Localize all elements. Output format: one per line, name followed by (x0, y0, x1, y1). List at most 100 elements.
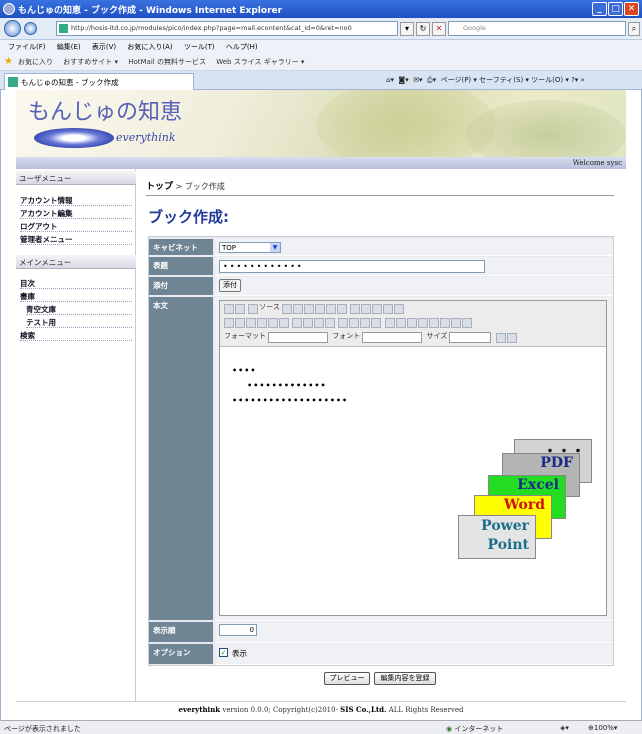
sidebar-item-contents[interactable]: 目次 (20, 276, 132, 289)
favorites-button[interactable]: お気に入り (18, 58, 53, 66)
attach-button[interactable]: 添付 (219, 279, 241, 292)
sidebar-item-account-edit[interactable]: アカウント編集 (20, 206, 132, 219)
dropdown-icon[interactable]: ▾ (400, 22, 414, 36)
preview-icon[interactable] (282, 304, 293, 314)
underline-icon[interactable] (246, 318, 256, 328)
ie-icon (3, 3, 15, 15)
cabinet-select[interactable]: TOP ▼ (219, 242, 281, 253)
new-page-icon[interactable] (224, 304, 234, 314)
editor-body-text[interactable]: •••• ••••••••••••• ••••••••••••••••••• (232, 363, 348, 408)
text-color-icon[interactable] (495, 333, 506, 343)
home-icon[interactable]: ⌂▾ (386, 76, 394, 84)
paste-icon[interactable] (315, 304, 326, 314)
font-select[interactable] (362, 332, 423, 343)
sidebar-item-library[interactable]: 書庫 (20, 289, 132, 302)
table-icon[interactable] (428, 318, 439, 328)
stop-icon[interactable]: ✕ (432, 22, 446, 36)
forward-icon[interactable] (24, 22, 37, 35)
special-char-icon[interactable] (461, 318, 472, 328)
sidebar-item-aozora[interactable]: 青空文庫 (26, 302, 132, 315)
source-button[interactable]: ソース (259, 303, 280, 311)
search-icon[interactable]: ⌕ (628, 22, 640, 36)
sidebar-item-logout[interactable]: ログアウト (20, 219, 132, 232)
find-icon[interactable] (372, 304, 383, 314)
tab-bar: もんじゅの知恵 - ブック作成 ⌂▾ ◙▾ ✉▾ ⎙▾ ページ(P) ▾ セーフ… (0, 71, 642, 90)
maximize-button[interactable]: □ (608, 2, 623, 16)
align-center-icon[interactable] (349, 318, 360, 328)
zoom-control[interactable]: ⊕100%▾ (588, 724, 617, 732)
align-left-icon[interactable] (338, 318, 349, 328)
select-all-icon[interactable] (394, 304, 405, 314)
command-menus[interactable]: ページ(P) ▾ セーフティ(S) ▾ ツール(O) ▾ ?▾ » (441, 76, 585, 84)
fav-suggested-sites[interactable]: おすすめサイト ▾ (63, 58, 118, 66)
protected-mode-icon[interactable]: ◈▾ (560, 724, 569, 732)
back-icon[interactable] (4, 20, 21, 37)
align-right-icon[interactable] (360, 318, 371, 328)
minimize-button[interactable]: _ (592, 2, 607, 16)
main-menu-heading: メインメニュー (16, 255, 136, 269)
order-input[interactable]: 0 (219, 624, 257, 636)
command-bar[interactable]: ⌂▾ ◙▾ ✉▾ ⎙▾ ページ(P) ▾ セーフティ(S) ▾ ツール(O) ▾… (386, 75, 585, 85)
menu-file[interactable]: ファイル(F) (8, 43, 46, 51)
paste-word-icon[interactable] (337, 304, 348, 314)
refresh-icon[interactable]: ↻ (416, 22, 430, 36)
format-select[interactable] (268, 332, 328, 343)
fav-hotmail[interactable]: HotMail の無料サービス (128, 58, 206, 66)
title-input[interactable]: •••••••••••• (219, 260, 485, 273)
print-icon[interactable] (235, 304, 245, 314)
source-icon[interactable] (248, 304, 259, 314)
unordered-list-icon[interactable] (303, 318, 314, 328)
tab-current[interactable]: もんじゅの知恵 - ブック作成 (4, 73, 194, 90)
show-checkbox[interactable]: ✓ (219, 648, 228, 657)
outdent-icon[interactable] (314, 318, 325, 328)
welcome-bar: Welcome sysc (16, 157, 626, 169)
copy-icon[interactable] (304, 304, 315, 314)
sidebar-item-search[interactable]: 検索 (20, 328, 132, 341)
page-favicon-icon (59, 24, 68, 33)
sidebar-item-account-info[interactable]: アカウント情報 (20, 193, 132, 206)
undo-icon[interactable] (350, 304, 361, 314)
menu-tools[interactable]: ツール(T) (184, 43, 215, 51)
strike-icon[interactable] (257, 318, 267, 328)
breadcrumb-top-link[interactable]: トップ (146, 182, 173, 192)
site-title[interactable]: もんじゅの知恵 (28, 94, 182, 126)
paste-text-icon[interactable] (326, 304, 337, 314)
smiley-icon[interactable] (450, 318, 461, 328)
mail-icon[interactable]: ✉▾ (413, 76, 422, 84)
cut-icon[interactable] (293, 304, 304, 314)
image-icon[interactable] (417, 318, 428, 328)
menu-view[interactable]: 表示(V) (92, 43, 116, 51)
redo-icon[interactable] (361, 304, 372, 314)
superscript-icon[interactable] (279, 318, 289, 328)
close-button[interactable]: ✕ (624, 2, 639, 16)
search-input[interactable]: Google (448, 21, 626, 36)
print-icon[interactable]: ⎙▾ (427, 76, 436, 84)
ordered-list-icon[interactable] (292, 318, 303, 328)
save-button[interactable]: 編集内容を登録 (374, 672, 436, 685)
tab-label: もんじゅの知恵 - ブック作成 (21, 78, 119, 87)
logo-text: everythink (116, 131, 176, 144)
breadcrumb-current: > ブック作成 (173, 182, 225, 191)
preview-button[interactable]: プレビュー (324, 672, 370, 685)
sidebar-item-test[interactable]: テスト用 (26, 315, 132, 328)
anchor-icon[interactable] (406, 318, 417, 328)
link-icon[interactable] (384, 318, 395, 328)
align-justify-icon[interactable] (371, 318, 382, 328)
italic-icon[interactable] (235, 318, 245, 328)
size-select[interactable] (449, 332, 492, 343)
menu-edit[interactable]: 編集(E) (57, 43, 81, 51)
unlink-icon[interactable] (395, 318, 406, 328)
menu-help[interactable]: ヘルプ(H) (226, 43, 258, 51)
subscript-icon[interactable] (268, 318, 278, 328)
fav-web-slice[interactable]: Web スライス ギャラリー ▾ (216, 58, 304, 66)
feeds-icon[interactable]: ◙▾ (398, 76, 408, 84)
replace-icon[interactable] (383, 304, 394, 314)
hr-icon[interactable] (439, 318, 450, 328)
menu-favorites[interactable]: お気に入り(A) (127, 43, 172, 51)
sidebar-item-admin-menu[interactable]: 管理者メニュー (20, 232, 132, 245)
bg-color-icon[interactable] (506, 333, 517, 343)
address-field[interactable]: http://hosis-ltd.co.jp/modules/pico/inde… (56, 21, 398, 36)
bold-icon[interactable] (224, 318, 234, 328)
zoom-level: 100% (593, 724, 614, 732)
indent-icon[interactable] (325, 318, 336, 328)
